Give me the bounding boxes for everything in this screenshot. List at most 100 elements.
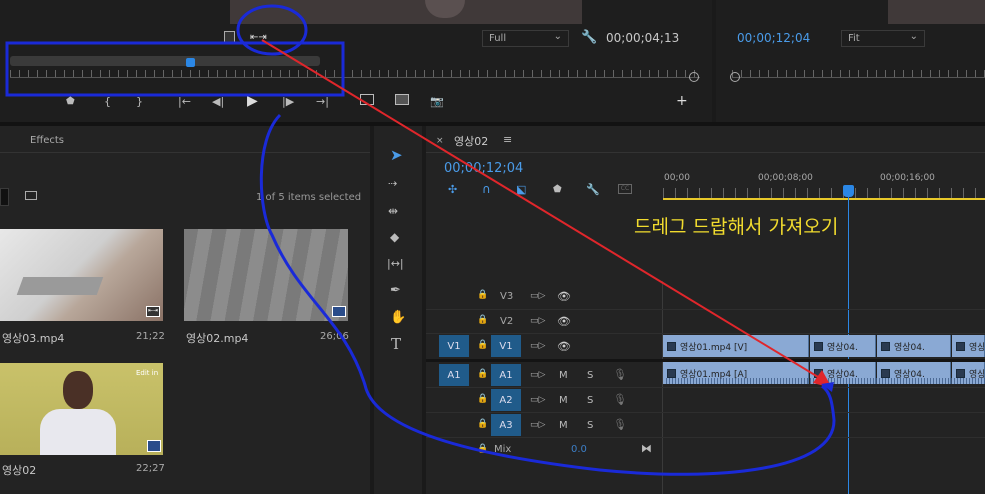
wrench-icon[interactable]: 🔧: [581, 30, 597, 45]
microphone-icon[interactable]: 🎙: [613, 368, 627, 381]
timeline-timecode[interactable]: 00;00;12;04: [444, 161, 523, 176]
fx-badge-icon: [814, 368, 823, 378]
play-icon[interactable]: ▶: [247, 93, 258, 109]
mark-out-icon[interactable]: }: [136, 95, 143, 108]
solo-button[interactable]: S: [587, 370, 593, 381]
program-ruler[interactable]: [732, 70, 985, 78]
type-icon[interactable]: T: [391, 335, 401, 353]
mix-value[interactable]: 0.0: [571, 444, 587, 455]
lock-icon[interactable]: 🔒: [477, 369, 488, 379]
eye-icon[interactable]: 👁: [557, 315, 571, 328]
source-zoom-bar[interactable]: [10, 56, 320, 66]
sync-lock-icon[interactable]: ▭▷: [530, 420, 545, 430]
timeline-clip-v1[interactable]: 영상01.mp4 [V]: [663, 335, 809, 357]
track-select-icon[interactable]: ⇢: [388, 177, 397, 190]
eye-icon[interactable]: 👁: [557, 340, 571, 353]
hand-icon[interactable]: ✋: [390, 310, 406, 325]
insert-icon[interactable]: [360, 94, 374, 105]
snap-icon[interactable]: ✣: [448, 183, 457, 196]
linked-selection-icon[interactable]: ∩: [482, 182, 491, 196]
microphone-icon[interactable]: 🎙: [613, 393, 627, 406]
search-input[interactable]: [0, 188, 9, 206]
mute-button[interactable]: M: [559, 420, 568, 431]
sync-lock-icon[interactable]: ▭▷: [530, 341, 545, 351]
track-target-a3[interactable]: A3: [491, 414, 521, 436]
clip-name: 영상02: [2, 464, 37, 477]
lock-icon[interactable]: 🔒: [477, 290, 488, 300]
source-end-handle[interactable]: [689, 72, 699, 82]
close-icon[interactable]: ×: [436, 136, 444, 146]
selection-icon[interactable]: ➤: [390, 146, 403, 164]
camera-icon[interactable]: 📷: [430, 95, 444, 108]
work-area-bar[interactable]: [663, 198, 985, 200]
eye-icon[interactable]: 👁: [557, 290, 571, 303]
step-forward-icon[interactable]: |▶: [282, 95, 294, 108]
track-name-v3: V3: [500, 291, 514, 302]
fx-badge-icon: [667, 368, 676, 378]
track-target-a2[interactable]: A2: [491, 389, 521, 411]
clip-thumbnail-person[interactable]: Edit in: [0, 363, 163, 455]
ripple-edit-icon[interactable]: ⇹: [388, 204, 398, 218]
go-to-in-icon[interactable]: |←: [178, 95, 191, 108]
solo-button[interactable]: S: [587, 420, 593, 431]
source-patch-a1[interactable]: A1: [439, 364, 469, 386]
lock-icon[interactable]: 🔒: [477, 419, 488, 429]
mute-button[interactable]: M: [559, 395, 568, 406]
insert-overwrite-icon[interactable]: ⇤⇥: [250, 32, 267, 43]
timeline-clip-v1[interactable]: 영상04.: [877, 335, 951, 357]
sync-lock-icon[interactable]: ▭▷: [530, 370, 545, 380]
sync-lock-icon[interactable]: ▭▷: [530, 395, 545, 405]
razor-icon[interactable]: ◆: [390, 230, 399, 244]
slip-icon[interactable]: |↔|: [387, 257, 404, 270]
marker-icon[interactable]: ⬟: [553, 184, 562, 195]
timeline-ruler[interactable]: [663, 188, 985, 198]
timeline-clip-v1[interactable]: 영상04.: [810, 335, 876, 357]
lock-icon[interactable]: 🔒: [477, 340, 488, 350]
marker-icon[interactable]: ⬟: [66, 96, 75, 107]
program-timecode[interactable]: 00;00;12;04: [737, 31, 810, 45]
track-row-divider: [426, 333, 985, 334]
solo-button[interactable]: S: [587, 395, 593, 406]
tab-effects[interactable]: Effects: [30, 135, 64, 146]
source-video-frame: [230, 0, 582, 24]
wrench-icon[interactable]: 🔧: [586, 183, 600, 196]
sequence-tab[interactable]: 영상02: [454, 133, 488, 149]
new-search-bin-icon[interactable]: [25, 191, 37, 200]
source-playhead[interactable]: [186, 58, 195, 67]
menu-icon[interactable]: ≡: [503, 133, 512, 146]
add-marker-icon[interactable]: ⬕: [516, 183, 526, 196]
export-frame-icon[interactable]: [224, 31, 235, 43]
lock-icon[interactable]: 🔒: [477, 444, 488, 454]
clip-duration: 22;27: [136, 463, 165, 474]
sync-lock-icon[interactable]: ▭▷: [530, 291, 545, 301]
captions-icon[interactable]: CC: [618, 184, 632, 194]
mute-button[interactable]: M: [559, 370, 568, 381]
lock-icon[interactable]: 🔒: [477, 315, 488, 325]
track-target-a1[interactable]: A1: [491, 364, 521, 386]
clip-thumbnail-highway[interactable]: [184, 229, 348, 321]
source-patch-v1[interactable]: V1: [439, 335, 469, 357]
add-button-icon[interactable]: +: [676, 93, 688, 109]
source-timecode[interactable]: 00;00;04;13: [606, 31, 679, 45]
go-to-end-icon[interactable]: ⧓: [641, 442, 652, 455]
source-zoom-select[interactable]: Full ⌄: [482, 30, 569, 47]
step-back-icon[interactable]: ◀|: [212, 95, 224, 108]
track-target-v1[interactable]: V1: [491, 335, 521, 357]
clip-type-icon: [332, 306, 346, 317]
go-to-out-icon[interactable]: →|: [316, 95, 329, 108]
program-start-handle[interactable]: [730, 72, 740, 82]
clip-type-icon: ⇤⇥: [146, 306, 160, 317]
mark-in-icon[interactable]: {: [104, 95, 111, 108]
lock-icon[interactable]: 🔒: [477, 394, 488, 404]
track-name-v2: V2: [500, 316, 514, 327]
overwrite-icon[interactable]: [395, 94, 409, 105]
pen-icon[interactable]: ✒: [390, 283, 401, 298]
source-ruler[interactable]: [10, 70, 700, 78]
clip-thumbnail-typing[interactable]: ⇤⇥: [0, 229, 163, 321]
timeline-clip-v1[interactable]: 영상0: [952, 335, 985, 357]
program-zoom-select[interactable]: Fit ⌄: [841, 30, 925, 47]
sync-lock-icon[interactable]: ▭▷: [530, 316, 545, 326]
audio-waveform: [666, 378, 985, 384]
clip-duration: 21;22: [136, 331, 165, 342]
microphone-icon[interactable]: 🎙: [613, 418, 627, 431]
